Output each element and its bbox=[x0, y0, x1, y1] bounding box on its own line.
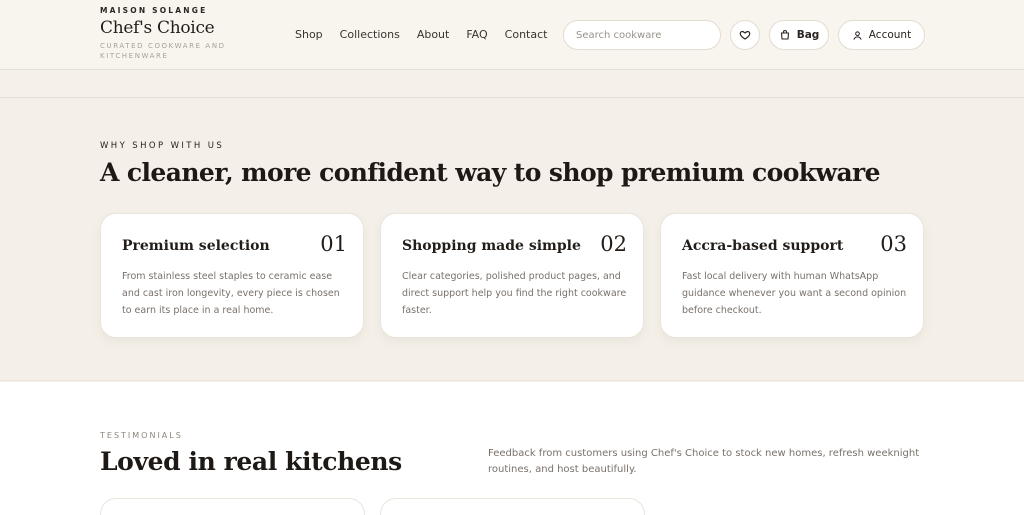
wishlist-button[interactable] bbox=[730, 20, 760, 50]
brand-name[interactable]: Chef's Choice bbox=[100, 18, 240, 38]
main-nav: Shop Collections About FAQ Contact bbox=[295, 28, 564, 41]
nav-faq[interactable]: FAQ bbox=[466, 28, 487, 41]
feature-card: Premium selection 01 From stainless stee… bbox=[100, 213, 364, 338]
testimonial-card bbox=[100, 498, 365, 515]
bag-label: Bag bbox=[796, 29, 820, 41]
why-kicker: WHY SHOP WITH US bbox=[100, 141, 225, 151]
brand[interactable]: MAISON SOLANGE Chef's Choice CURATED COO… bbox=[100, 6, 240, 61]
why-title: A cleaner, more confident way to shop pr… bbox=[100, 158, 881, 187]
feature-card: Shopping made simple 02 Clear categories… bbox=[380, 213, 644, 338]
testimonial-card bbox=[380, 498, 645, 515]
heart-icon bbox=[739, 29, 751, 41]
bag-button[interactable]: Bag bbox=[769, 20, 829, 50]
feature-card-number: 01 bbox=[320, 232, 347, 256]
nav-about[interactable]: About bbox=[417, 28, 450, 41]
testimonials-kicker: TESTIMONIALS bbox=[100, 431, 183, 440]
account-label: Account bbox=[868, 29, 912, 41]
feature-card-body: Clear categories, polished product pages… bbox=[402, 271, 627, 316]
search-input[interactable] bbox=[563, 20, 721, 50]
brand-tagline: CURATED COOKWARE AND KITCHENWARE bbox=[100, 42, 226, 60]
site-header: MAISON SOLANGE Chef's Choice CURATED COO… bbox=[0, 0, 1024, 70]
testimonials-description: Feedback from customers using Chef's Cho… bbox=[488, 448, 920, 475]
feature-card-title: Shopping made simple bbox=[402, 238, 581, 254]
brand-kicker: MAISON SOLANGE bbox=[100, 6, 208, 15]
feature-card-body: Fast local delivery with human WhatsApp … bbox=[682, 271, 907, 316]
feature-card-body: From stainless steel staples to ceramic … bbox=[122, 271, 340, 316]
feature-card-number: 02 bbox=[600, 232, 627, 256]
nav-contact[interactable]: Contact bbox=[505, 28, 548, 41]
nav-shop[interactable]: Shop bbox=[295, 28, 323, 41]
user-icon bbox=[852, 30, 863, 41]
testimonials-title: Loved in real kitchens bbox=[100, 447, 402, 476]
feature-card-title: Premium selection bbox=[122, 238, 270, 254]
feature-card-title: Accra-based support bbox=[682, 238, 844, 254]
why-section: WHY SHOP WITH US A cleaner, more confide… bbox=[0, 98, 1024, 381]
nav-collections[interactable]: Collections bbox=[340, 28, 400, 41]
account-button[interactable]: Account bbox=[838, 20, 925, 50]
shopping-bag-icon bbox=[779, 29, 791, 41]
testimonials-section: TESTIMONIALS Loved in real kitchens Feed… bbox=[0, 382, 1024, 515]
header-divider-band bbox=[0, 70, 1024, 98]
feature-card-number: 03 bbox=[880, 232, 907, 256]
feature-card: Accra-based support 03 Fast local delive… bbox=[660, 213, 924, 338]
